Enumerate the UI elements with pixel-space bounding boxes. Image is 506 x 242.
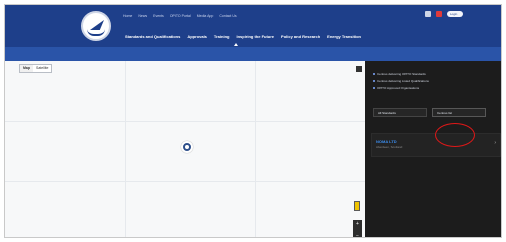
nav-inspiring[interactable]: Inspiring the Future [236, 34, 274, 39]
browser-frame: Home News Events OPITO Portal Media App … [4, 4, 502, 238]
street-view-pegman-icon[interactable] [354, 201, 360, 211]
map-gridline [5, 121, 378, 122]
legend-item[interactable]: Centres delivering OPITO Standards [373, 72, 429, 76]
utility-link-events[interactable]: Events [153, 14, 164, 18]
legend-label: Centres delivering OPITO Standards [377, 72, 426, 76]
legend-item[interactable]: Centres delivering Listed Qualifications [373, 79, 429, 83]
map-gridline [125, 61, 126, 237]
nav-standards[interactable]: Standards and Qualifications [125, 34, 180, 39]
utility-link-media[interactable]: Media App [197, 14, 214, 18]
opito-logo[interactable] [81, 11, 111, 41]
zoom-control: + − [353, 220, 362, 237]
all-standards-label: All Standards [378, 111, 396, 115]
utility-link-contact[interactable]: Contact Us [219, 14, 236, 18]
legend-dot-icon [373, 87, 375, 89]
map-type-tabs: Map Satellite [19, 64, 53, 73]
highlight-annotation-circle [435, 123, 475, 147]
close-icon[interactable] [436, 11, 442, 17]
map-legend: Centres delivering OPITO Standards Centr… [373, 72, 429, 90]
utility-links: Home News Events OPITO Portal Media App … [123, 14, 237, 18]
legend-label: OPITO Approved Organisations [377, 86, 420, 90]
centre-location: Aberdeen, Scotland [376, 145, 403, 149]
legend-label: Centres delivering Listed Qualifications [377, 79, 429, 83]
centre-name: NOMA LTD [376, 139, 397, 144]
all-standards-button[interactable]: All Standards [373, 108, 427, 117]
legend-dot-icon [373, 73, 375, 75]
active-nav-caret-icon [234, 43, 238, 46]
fullscreen-icon[interactable] [356, 66, 362, 72]
sidebar-buttons: All Standards Centres list [373, 108, 486, 117]
login-button[interactable]: Login [447, 11, 463, 17]
nav-approvals[interactable]: Approvals [187, 34, 207, 39]
header-tools: Login [425, 11, 463, 17]
zoom-in-icon[interactable]: + [356, 221, 359, 227]
tab-satellite[interactable]: Satellite [33, 65, 51, 72]
utility-link-news[interactable]: News [138, 14, 147, 18]
site-header: Home News Events OPITO Portal Media App … [5, 5, 501, 47]
map-pin-icon[interactable] [181, 141, 193, 153]
logo-ring-icon [87, 29, 105, 36]
main-nav: Standards and Qualifications Approvals T… [125, 34, 361, 39]
centres-list-button[interactable]: Centres list [432, 108, 486, 117]
centres-list-label: Centres list [437, 111, 453, 115]
map-view[interactable]: Map Satellite + − [5, 61, 378, 237]
map-sidebar: Centres delivering OPITO Standards Centr… [365, 61, 501, 237]
tab-map[interactable]: Map [20, 65, 33, 72]
utility-link-home[interactable]: Home [123, 14, 132, 18]
map-gridline [5, 181, 378, 182]
nav-policy[interactable]: Policy and Research [281, 34, 320, 39]
utility-link-portal[interactable]: OPITO Portal [170, 14, 191, 18]
nav-energy[interactable]: Energy Transition [327, 34, 361, 39]
nav-training[interactable]: Training [214, 34, 230, 39]
sub-nav: Centre Network Workforce Skills Planning… [5, 47, 501, 97]
search-icon[interactable] [425, 11, 431, 17]
legend-dot-icon [373, 80, 375, 82]
zoom-out-icon[interactable]: − [356, 233, 359, 237]
login-label: Login [450, 12, 458, 16]
chevron-right-icon: › [494, 140, 496, 146]
legend-item[interactable]: OPITO Approved Organisations [373, 86, 429, 90]
map-gridline [255, 61, 256, 237]
